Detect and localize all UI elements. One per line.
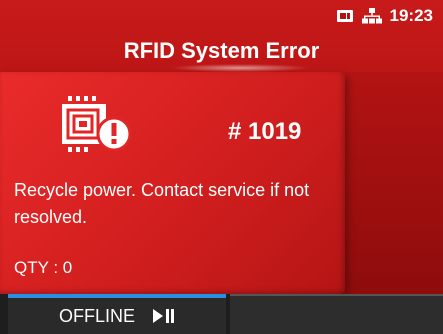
play-pause-icon (153, 308, 175, 324)
bottom-bar: OFFLINE (0, 294, 443, 334)
sd-card-icon (336, 9, 354, 23)
error-code: # 1019 (228, 118, 302, 145)
bottom-bar-empty-slot (230, 294, 443, 334)
error-message: Recycle power. Contact service if not re… (14, 180, 310, 227)
network-icon (361, 8, 382, 24)
error-screen: 19:23 RFID System Error # 1019 Recycle p… (0, 0, 443, 334)
rfid-error-icon (58, 94, 134, 163)
clock-time: 19:23 (389, 6, 433, 25)
qty-label: QTY : 0 (14, 258, 73, 277)
page-title: RFID System Error (123, 38, 320, 63)
status-bar: 19:23 (336, 6, 433, 26)
offline-label: OFFLINE (58, 305, 135, 326)
side-panel (345, 72, 443, 294)
title-highlight (170, 64, 310, 72)
offline-button[interactable]: OFFLINE (8, 294, 226, 334)
error-card: # 1019 Recycle power. Contact service if… (0, 72, 345, 294)
